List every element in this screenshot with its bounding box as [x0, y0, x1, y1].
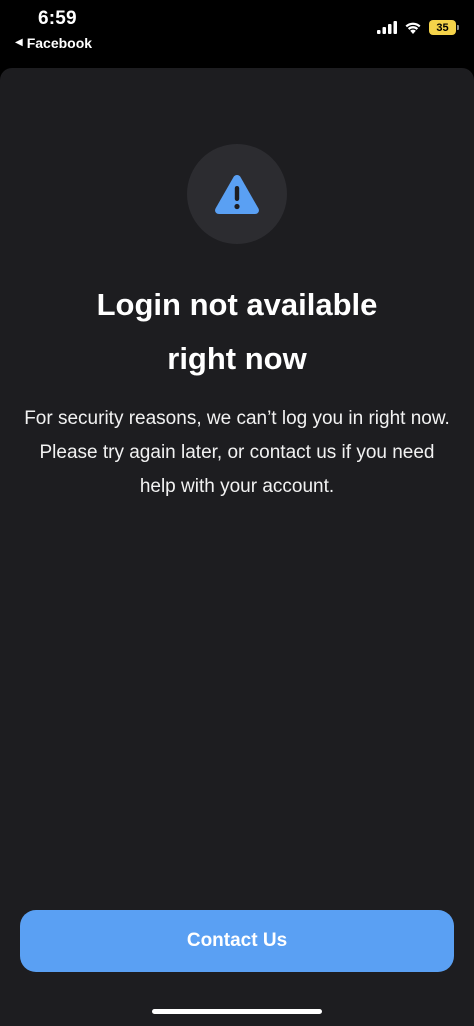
back-to-app-link[interactable]: ◀ Facebook	[15, 35, 92, 51]
status-bar: 6:59 ◀ Facebook 35	[0, 0, 474, 64]
dialog-title-line-2: right now	[167, 341, 307, 376]
cellular-signal-icon	[377, 21, 397, 34]
alert-icon-container	[187, 144, 287, 244]
home-indicator[interactable]	[152, 1009, 322, 1014]
wifi-icon	[405, 22, 421, 34]
dialog-message: For security reasons, we can’t log you i…	[24, 408, 450, 497]
contact-us-button[interactable]: Contact Us	[20, 910, 454, 972]
login-unavailable-sheet: Login not available right now For securi…	[0, 68, 474, 1026]
battery-icon: 35	[429, 20, 459, 35]
screen: 6:59 ◀ Facebook 35 Login not available r…	[0, 0, 474, 1026]
dialog-title: Login not available right now	[30, 278, 444, 386]
back-app-label: Facebook	[26, 35, 93, 51]
dialog-title-line-1: Login not available	[96, 287, 378, 322]
battery-level: 35	[436, 21, 449, 34]
status-time: 6:59	[38, 8, 77, 29]
battery-cap	[457, 25, 459, 30]
warning-triangle-icon	[215, 175, 259, 214]
status-icons: 35	[377, 20, 459, 35]
back-caret-icon: ◀	[15, 37, 23, 48]
